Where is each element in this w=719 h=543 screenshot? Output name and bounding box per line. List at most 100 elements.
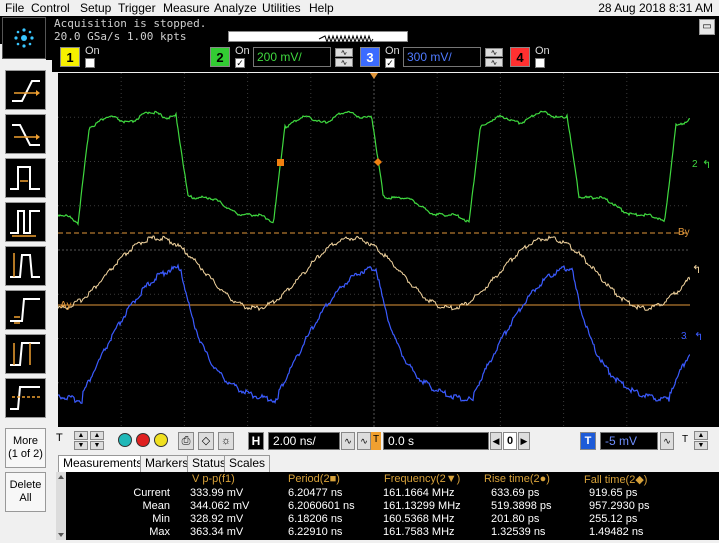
timebase-field[interactable]: 2.00 ns/ <box>268 432 340 450</box>
channel-2-trigger-icon: ↰ <box>702 159 712 171</box>
display-brightness-icon[interactable]: ☼ <box>218 432 234 450</box>
menu-bar: File Control Setup Trigger Measure Analy… <box>0 0 719 16</box>
tab-scales[interactable]: Scales <box>224 455 271 472</box>
menu-analyze[interactable]: Analyze <box>214 1 257 15</box>
keysight-logo-icon <box>14 28 34 48</box>
delay-left-button[interactable]: ◀ <box>490 432 502 450</box>
nudge-down2-button[interactable]: ▼ <box>90 441 104 450</box>
fall-marker-diamond <box>374 158 382 166</box>
run-button[interactable] <box>118 433 132 447</box>
channel-3-scale-up-button[interactable]: ∿ <box>485 48 503 57</box>
header-frequency: Frequency(2▼) <box>384 473 461 485</box>
channel-3-scale-field[interactable]: 300 mV/ <box>403 47 481 67</box>
mean-fall: 957.2930 ps <box>589 500 650 512</box>
window-zone-tool[interactable] <box>5 378 46 418</box>
transition-tool[interactable] <box>5 334 46 374</box>
glitch-tool[interactable] <box>5 202 46 242</box>
rising-edge-trigger-tool[interactable] <box>5 70 46 110</box>
channel-2-button[interactable]: 2 <box>210 47 230 67</box>
min-vpp: 328.92 mV <box>190 513 244 525</box>
trigger-up-button[interactable]: ▲ <box>694 431 708 440</box>
mean-frequency: 161.13299 MHz <box>383 500 461 512</box>
current-period: 6.20477 ns <box>288 487 343 499</box>
max-vpp: 363.34 mV <box>190 526 244 538</box>
pulse-width-tool[interactable] <box>5 158 46 198</box>
menu-trigger[interactable]: Trigger <box>118 1 156 15</box>
tab-measurements[interactable]: Measurements <box>58 455 148 472</box>
channel-4-on-label: On <box>535 45 550 57</box>
channel-2-scale-up-button[interactable]: ∿ <box>335 48 353 57</box>
channel-1-button[interactable]: 1 <box>60 47 80 67</box>
current-fall: 919.65 ps <box>589 487 638 499</box>
measurements-scrollbar[interactable] <box>56 472 66 540</box>
nudge-down-button[interactable]: ▼ <box>74 441 88 450</box>
keysight-logo-button[interactable] <box>2 17 46 59</box>
channel-1-checkbox[interactable] <box>85 58 95 68</box>
row-label-max: Max <box>149 526 170 538</box>
print-icon[interactable]: ⎙ <box>178 432 194 450</box>
row-label-current: Current <box>133 487 170 499</box>
menu-help[interactable]: Help <box>309 1 334 15</box>
measurements-panel: V p-p(f1) Period(2■) Frequency(2▼) Rise … <box>56 472 719 540</box>
channel-3-scale-down-button[interactable]: ∿ <box>485 58 503 67</box>
channel-3-marker[interactable]: 3 <box>681 331 687 342</box>
channel-2-marker[interactable]: 2 <box>692 159 698 170</box>
min-rise: 201.80 ps <box>491 513 540 525</box>
stop-button[interactable] <box>136 433 150 447</box>
max-frequency: 161.7583 MHz <box>383 526 455 538</box>
channel-4-checkbox[interactable] <box>535 58 545 68</box>
channel-2-scale-down-button[interactable]: ∿ <box>335 58 353 67</box>
delay-marker-icon: T <box>371 432 381 450</box>
window-minimize-button[interactable]: ▭ <box>699 19 715 35</box>
delay-field[interactable]: 0.0 s <box>383 432 489 450</box>
acquisition-record-bar[interactable] <box>228 31 408 44</box>
timebase-adjust-button[interactable]: ∿ <box>341 432 355 450</box>
delete-all-button[interactable]: Delete All <box>5 472 46 512</box>
marker-by-label[interactable]: By <box>678 227 690 238</box>
channel-2-on-label: On <box>235 45 250 57</box>
single-button[interactable] <box>154 433 168 447</box>
tab-markers[interactable]: Markers <box>140 455 194 472</box>
channel-4-button[interactable]: 4 <box>510 47 530 67</box>
trigger-level-field[interactable]: -5 mV <box>600 432 658 450</box>
timebase-adjust2-button[interactable]: ∿ <box>357 432 371 450</box>
runt-icon <box>10 253 40 278</box>
menu-file[interactable]: File <box>5 1 24 15</box>
rising-edge-icon <box>12 80 40 102</box>
menu-control[interactable]: Control <box>31 1 70 15</box>
rise-marker-square <box>277 159 284 166</box>
right-markers: 2 ↰ By ↰ 3 ↰ <box>678 73 719 427</box>
channel-2-scale-field[interactable]: 200 mV/ <box>253 47 331 67</box>
waveform-display[interactable] <box>57 73 691 427</box>
header-vpp: V p-p(f1) <box>192 473 235 485</box>
nudge-up-button[interactable]: ▲ <box>74 431 88 440</box>
channel-3-button[interactable]: 3 <box>360 47 380 67</box>
row-label-mean: Mean <box>142 500 170 512</box>
nudge-up2-button[interactable]: ▲ <box>90 431 104 440</box>
tab-row: Measurements Markers Status Scales <box>56 455 719 472</box>
date-time: 28 Aug 2018 8:31 AM <box>598 1 713 15</box>
trigger-position-marker <box>370 73 378 79</box>
horizontal-label: H <box>248 432 264 450</box>
menu-utilities[interactable]: Utilities <box>262 1 301 15</box>
left-toolbar: More (1 of 2) Delete All <box>0 60 52 540</box>
marker-ay-label[interactable]: Ay <box>60 300 72 311</box>
falling-edge-trigger-tool[interactable] <box>5 114 46 154</box>
zone-icon <box>10 386 40 410</box>
channel-3-checkbox[interactable]: ✓ <box>385 58 395 68</box>
trigger-marker-icon: T <box>56 432 70 450</box>
setup-hold-tool[interactable] <box>5 290 46 330</box>
trigger-down-button[interactable]: ▼ <box>694 441 708 450</box>
more-button[interactable]: More (1 of 2) <box>5 428 46 468</box>
min-fall: 255.12 ps <box>589 513 638 525</box>
trigger-level-adjust-button[interactable]: ∿ <box>660 432 674 450</box>
mean-period: 6.2060601 ns <box>288 500 355 512</box>
channel-2-checkbox[interactable]: ✓ <box>235 58 245 68</box>
header-fall-time: Fall time(2◆) <box>584 474 648 486</box>
runt-tool[interactable] <box>5 246 46 286</box>
delay-center-button[interactable]: 0 <box>503 432 517 450</box>
menu-setup[interactable]: Setup <box>80 1 111 15</box>
autoscale-icon[interactable]: ◇ <box>198 432 214 450</box>
menu-measure[interactable]: Measure <box>163 1 210 15</box>
delay-right-button[interactable]: ▶ <box>518 432 530 450</box>
